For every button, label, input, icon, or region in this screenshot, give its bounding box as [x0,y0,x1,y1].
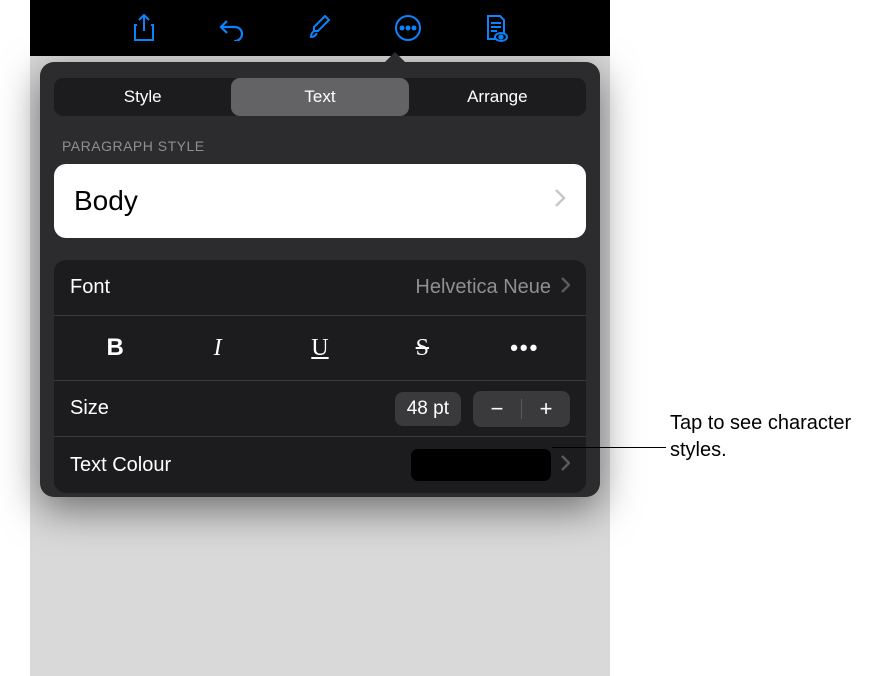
tab-style[interactable]: Style [54,78,231,116]
chevron-right-icon [554,188,566,214]
size-value[interactable]: 48 pt [395,392,461,426]
tab-style-label: Style [124,87,162,107]
text-colour-swatch[interactable] [411,449,551,481]
size-row: Size 48 pt − + [54,381,586,437]
share-icon[interactable] [124,8,164,48]
tab-segment: Style Text Arrange [54,78,586,116]
strikethrough-button[interactable]: S [394,330,450,366]
paragraph-style-heading: PARAGRAPH STYLE [62,138,578,154]
format-popover: Style Text Arrange PARAGRAPH STYLE Body … [40,62,600,497]
tab-text[interactable]: Text [231,78,408,116]
undo-icon[interactable] [212,8,252,48]
tab-arrange[interactable]: Arrange [409,78,586,116]
bold-button[interactable]: B [87,330,143,366]
size-stepper: − + [473,391,570,427]
popover-arrow [383,52,407,64]
font-label: Font [70,276,110,299]
text-colour-row[interactable]: Text Colour [54,437,586,493]
size-decrease-button[interactable]: − [473,391,521,427]
chevron-right-icon [561,277,570,298]
italic-button[interactable]: I [190,330,246,366]
tab-arrange-label: Arrange [467,87,527,107]
text-options-card: Font Helvetica Neue B I U S ••• Size 48 [54,260,586,493]
tab-text-label: Text [304,87,335,107]
size-increase-button[interactable]: + [522,391,570,427]
top-toolbar [30,0,610,56]
format-buttons-row: B I U S ••• [54,316,586,381]
text-colour-label: Text Colour [70,454,171,477]
font-row[interactable]: Font Helvetica Neue [54,260,586,316]
callout-leader-line [552,447,666,448]
chevron-right-icon [561,455,570,476]
more-icon[interactable] [388,8,428,48]
paragraph-style-selector[interactable]: Body [54,164,586,238]
document-view-icon[interactable] [476,8,516,48]
font-value: Helvetica Neue [415,276,551,299]
more-text-options-button[interactable]: ••• [497,330,553,366]
format-brush-icon[interactable] [300,8,340,48]
paragraph-style-value: Body [74,185,138,217]
size-label: Size [70,397,109,420]
callout-text: Tap to see character styles. [670,410,880,464]
underline-button[interactable]: U [292,330,348,366]
